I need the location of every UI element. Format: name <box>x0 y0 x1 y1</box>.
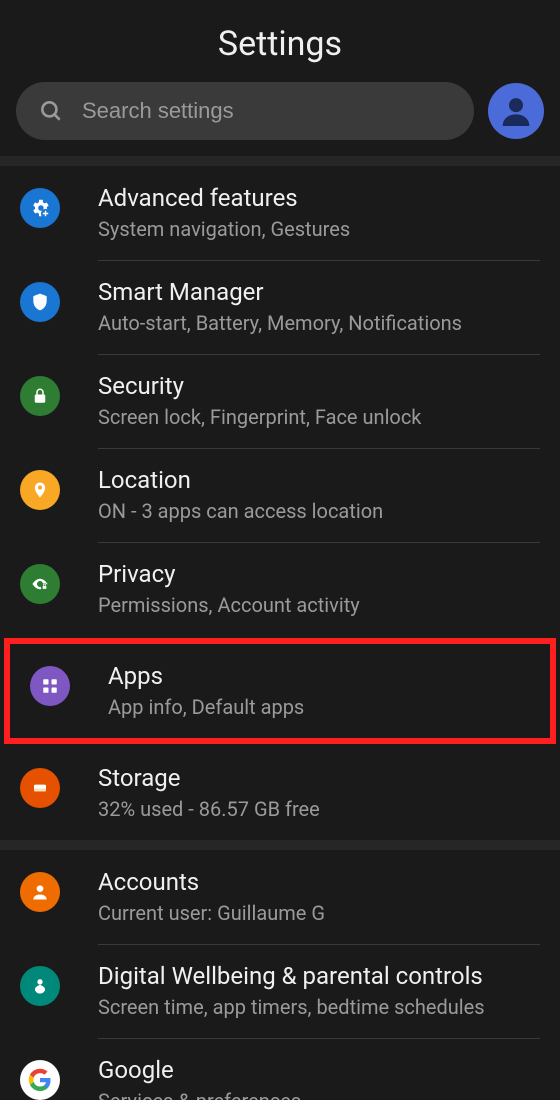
apps-grid-icon <box>30 666 70 706</box>
google-icon <box>20 1060 60 1100</box>
eye-lock-icon <box>20 564 60 604</box>
person-icon <box>20 872 60 912</box>
item-subtitle: Auto-start, Battery, Memory, Notificatio… <box>98 310 542 336</box>
search-box[interactable] <box>16 82 474 140</box>
settings-list-2: Accounts Current user: Guillaume G Digit… <box>0 850 560 1100</box>
section-divider <box>0 156 560 166</box>
item-title: Google <box>98 1056 542 1084</box>
settings-list-1: Advanced features System navigation, Ges… <box>0 166 560 840</box>
item-subtitle: Permissions, Account activity <box>98 592 542 618</box>
item-title: Advanced features <box>98 184 542 212</box>
search-row <box>0 82 560 156</box>
item-subtitle: App info, Default apps <box>108 694 532 720</box>
item-subtitle: Screen lock, Fingerprint, Face unlock <box>98 404 542 430</box>
item-title: Smart Manager <box>98 278 542 306</box>
section-divider <box>0 840 560 850</box>
settings-item-accounts[interactable]: Accounts Current user: Guillaume G <box>0 850 560 944</box>
gear-plus-icon <box>20 188 60 228</box>
item-subtitle: System navigation, Gestures <box>98 216 542 242</box>
item-title: Accounts <box>98 868 542 896</box>
item-subtitle: Screen time, app timers, bedtime schedul… <box>98 994 542 1020</box>
settings-item-advanced-features[interactable]: Advanced features System navigation, Ges… <box>0 166 560 260</box>
settings-item-apps[interactable]: Apps App info, Default apps <box>10 644 550 738</box>
item-subtitle: 32% used - 86.57 GB free <box>98 796 542 822</box>
lock-icon <box>20 376 60 416</box>
item-title: Digital Wellbeing & parental controls <box>98 962 542 990</box>
settings-item-smart-manager[interactable]: Smart Manager Auto-start, Battery, Memor… <box>0 260 560 354</box>
settings-item-storage[interactable]: Storage 32% used - 86.57 GB free <box>0 746 560 840</box>
item-title: Apps <box>108 662 532 690</box>
page-header: Settings <box>0 0 560 82</box>
highlighted-apps-item: Apps App info, Default apps <box>4 638 556 744</box>
search-icon <box>38 98 64 124</box>
item-subtitle: Services & preferences <box>98 1088 542 1100</box>
settings-item-security[interactable]: Security Screen lock, Fingerprint, Face … <box>0 354 560 448</box>
settings-item-digital-wellbeing[interactable]: Digital Wellbeing & parental controls Sc… <box>0 944 560 1038</box>
settings-item-privacy[interactable]: Privacy Permissions, Account activity <box>0 542 560 636</box>
item-title: Storage <box>98 764 542 792</box>
profile-avatar[interactable] <box>488 83 544 139</box>
item-title: Security <box>98 372 542 400</box>
item-title: Location <box>98 466 542 494</box>
shield-icon <box>20 282 60 322</box>
item-title: Privacy <box>98 560 542 588</box>
item-subtitle: ON - 3 apps can access location <box>98 498 542 524</box>
wellbeing-icon <box>20 966 60 1006</box>
storage-icon <box>20 768 60 808</box>
settings-item-location[interactable]: Location ON - 3 apps can access location <box>0 448 560 542</box>
settings-item-google[interactable]: Google Services & preferences <box>0 1038 560 1100</box>
item-subtitle: Current user: Guillaume G <box>98 900 542 926</box>
search-input[interactable] <box>82 98 452 124</box>
location-pin-icon <box>20 470 60 510</box>
page-title: Settings <box>0 24 560 64</box>
